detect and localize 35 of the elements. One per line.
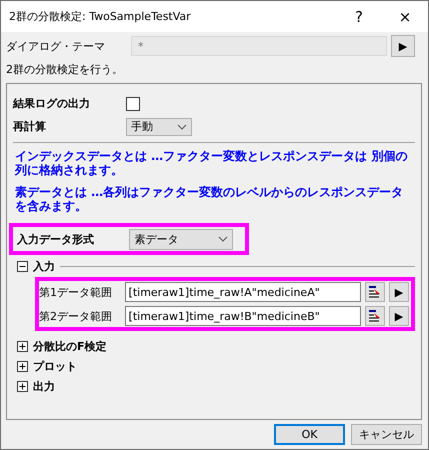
section-header[interactable]: プロット (33, 358, 77, 374)
range-field[interactable]: [timeraw1]time_raw!B"medicineB" (124, 306, 362, 326)
dropdown[interactable]: 素データ (129, 228, 233, 250)
info-note: インデックスデータとは …ファクター変数とレスポンスデータは 別個の列に格納されます。 (15, 149, 408, 177)
range-menu-button[interactable]: ▶ (389, 306, 409, 326)
option-label: 再計算 (13, 119, 47, 134)
window-title: 2群の分散検定: TwoSampleTestVar (9, 9, 191, 24)
range-field[interactable]: [timeraw1]time_raw!A"medicineA" (124, 282, 362, 302)
close-button[interactable]: × (382, 1, 428, 32)
option-label: 入力データ形式 (17, 232, 95, 246)
help-button[interactable]: ? (336, 1, 382, 32)
theme-label: ダイアログ・テーマ (6, 38, 106, 54)
option-label: 結果ログの出力 (13, 96, 91, 111)
dialog-button[interactable]: キャンセル (351, 424, 422, 445)
dropdown[interactable]: 手動 (126, 118, 192, 136)
expand-icon[interactable] (17, 340, 28, 352)
section-header[interactable]: 出力 (33, 378, 55, 394)
range-menu-button[interactable]: ▶ (389, 282, 409, 302)
collapse-icon[interactable] (17, 260, 28, 272)
range-select-icon (368, 309, 382, 323)
section-header[interactable]: 分散比のF検定 (33, 338, 107, 354)
dialog-button[interactable]: OK (274, 424, 345, 445)
expand-icon[interactable] (17, 380, 28, 392)
range-picker-button[interactable] (365, 282, 386, 302)
range-picker-button[interactable] (365, 306, 386, 326)
dialog-description: 2群の分散検定を行う。 (6, 62, 124, 77)
expand-icon[interactable] (17, 360, 28, 372)
info-note: 素データとは …各列はファクター変数のレベルからのレスポンスデータを含みます。 (15, 185, 404, 213)
chevron-down-icon (218, 236, 228, 242)
section-header[interactable]: 入力 (33, 258, 55, 274)
checkbox[interactable] (126, 96, 140, 110)
range-select-icon (368, 285, 382, 299)
theme-field[interactable]: * (131, 36, 387, 56)
theme-menu-button[interactable]: ▶ (391, 35, 415, 57)
chevron-down-icon (177, 124, 187, 130)
